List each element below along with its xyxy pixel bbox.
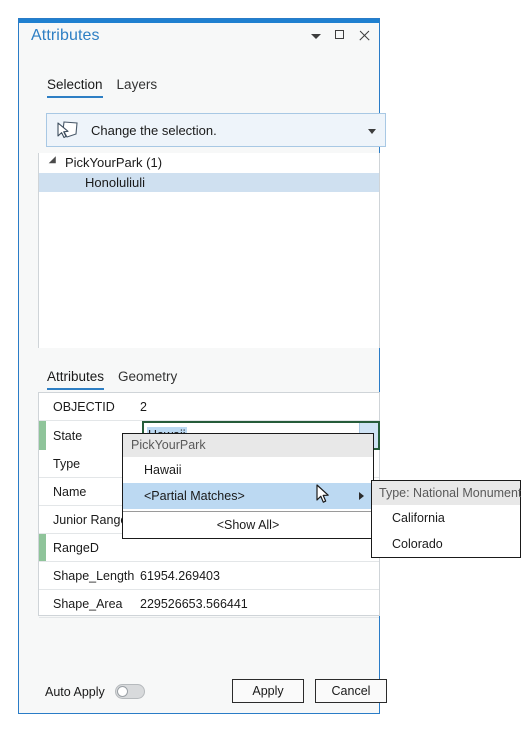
field-value: 2: [140, 399, 147, 414]
dropdown-item-show-all[interactable]: <Show All>: [123, 512, 373, 538]
dropdown-group-header: PickYourPark: [123, 434, 373, 457]
row-dirty-marker: [39, 450, 46, 477]
maximize-icon[interactable]: [334, 29, 347, 42]
row-dirty-marker: [39, 478, 46, 505]
page-title: Attributes: [31, 27, 100, 44]
submenu-arrow-icon: [359, 492, 364, 500]
table-row[interactable]: OBJECTID 2: [39, 393, 379, 421]
field-name: RangeD: [53, 540, 99, 555]
tree-root-label: PickYourPark (1): [65, 155, 163, 170]
expander-icon[interactable]: [48, 156, 60, 167]
attribute-tabstrip: Attributes Geometry: [47, 369, 177, 390]
tab-attributes[interactable]: Attributes: [47, 369, 105, 390]
tree-root-row[interactable]: PickYourPark (1): [39, 153, 379, 173]
close-icon[interactable]: [358, 29, 371, 42]
selection-tree[interactable]: PickYourPark (1) Honoluliuli: [38, 153, 380, 348]
table-row[interactable]: Shape_Length 61954.269403: [39, 562, 379, 590]
field-name: OBJECTID: [53, 399, 115, 414]
submenu-group-header: Type: National Monument: [372, 481, 521, 505]
change-selection-combo[interactable]: Change the selection.: [46, 113, 386, 147]
mouse-cursor: [316, 484, 329, 503]
partial-matches-submenu[interactable]: Type: National Monument California Color…: [371, 480, 521, 558]
top-tabstrip: Selection Layers: [47, 77, 157, 98]
row-dirty-marker: [39, 590, 46, 617]
state-dropdown-list[interactable]: PickYourPark Hawaii <Partial Matches> <S…: [122, 433, 374, 539]
auto-apply-label: Auto Apply: [45, 685, 105, 699]
row-dirty-marker: [39, 506, 46, 533]
chevron-down-icon[interactable]: [368, 129, 376, 134]
window-controls: [310, 29, 371, 42]
row-dirty-marker: [39, 393, 46, 420]
row-dirty-marker: [39, 534, 46, 561]
auto-apply-toggle[interactable]: [115, 684, 145, 699]
tab-geometry[interactable]: Geometry: [118, 369, 177, 390]
row-dirty-marker: [39, 421, 46, 450]
dropdown-item-hawaii[interactable]: Hawaii: [123, 457, 373, 483]
change-selection-label: Change the selection.: [91, 123, 217, 138]
dropdown-item-partial-matches[interactable]: <Partial Matches>: [123, 483, 373, 509]
field-name: Shape_Area: [53, 596, 123, 611]
row-dirty-marker: [39, 562, 46, 589]
menu-caret-icon[interactable]: [310, 29, 323, 42]
field-value: 61954.269403: [140, 568, 220, 583]
attributes-panel: Attributes Selection Layers Change the s…: [18, 18, 387, 714]
field-name: Shape_Length: [53, 568, 135, 583]
submenu-item-colorado[interactable]: Colorado: [372, 531, 520, 557]
table-row[interactable]: Shape_Area 229526653.566441: [39, 590, 379, 618]
select-features-icon: [57, 121, 78, 139]
field-value: 229526653.566441: [140, 596, 248, 611]
cancel-button[interactable]: Cancel: [315, 679, 387, 703]
panel-title-bar: Attributes: [19, 23, 379, 53]
tree-child-label: Honoluliuli: [85, 175, 145, 190]
tab-layers[interactable]: Layers: [117, 77, 158, 98]
apply-button[interactable]: Apply: [232, 679, 304, 703]
dropdown-item-label: <Partial Matches>: [144, 489, 245, 503]
tab-selection[interactable]: Selection: [47, 77, 103, 98]
screen: Attributes Selection Layers Change the s…: [0, 0, 521, 730]
list-item[interactable]: Honoluliuli: [39, 173, 379, 192]
submenu-item-california[interactable]: California: [372, 505, 520, 531]
panel-footer: Auto Apply Apply Cancel: [19, 671, 387, 713]
